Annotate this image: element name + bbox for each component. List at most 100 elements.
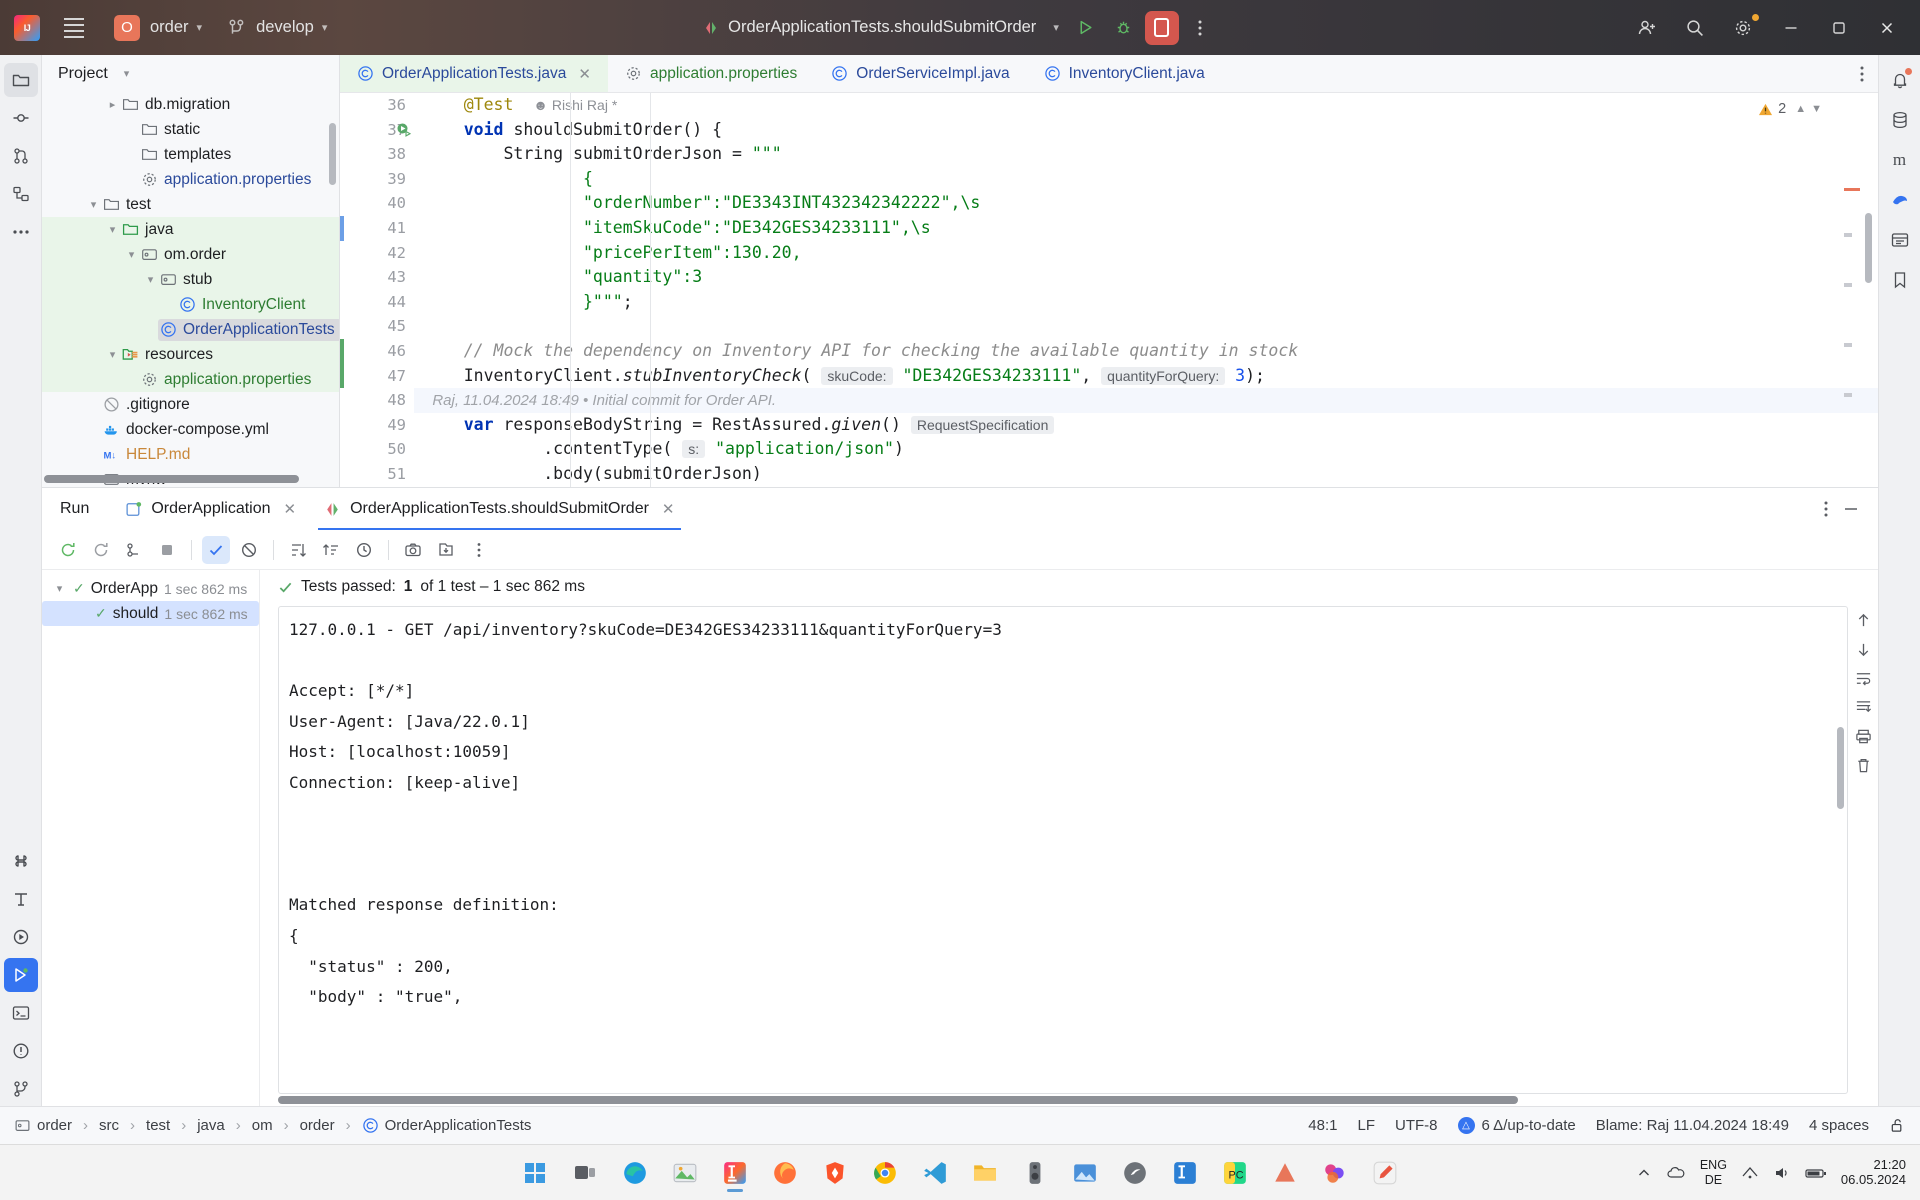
code-line[interactable]: InventoryClient.stubInventoryCheck( skuC… [414, 364, 1878, 389]
print-button[interactable] [1855, 728, 1872, 745]
code-line[interactable]: { [414, 167, 1878, 192]
project-tree-row[interactable]: ▾ resources [42, 342, 339, 368]
console-vertical-scrollbar[interactable] [1837, 727, 1844, 809]
taskbar-vscode[interactable] [915, 1153, 955, 1193]
soft-wrap-button[interactable] [1855, 670, 1872, 687]
tool-window-maven[interactable]: m [1883, 143, 1917, 177]
taskbar-file-explorer[interactable] [965, 1153, 1005, 1193]
code-line[interactable]: "orderNumber":"DE3343INT432342342222",\s [414, 191, 1878, 216]
tree-item[interactable]: test [101, 194, 157, 216]
hide-tool-window-button[interactable] [1842, 500, 1860, 518]
taskbar-explorer-photos[interactable] [665, 1153, 705, 1193]
tool-window-bookmarks[interactable] [1883, 263, 1917, 297]
close-button[interactable] [1864, 5, 1910, 51]
code-line[interactable]: "quantity":3 [414, 265, 1878, 290]
tree-item[interactable]: .gitignore [101, 394, 196, 416]
gutter-line[interactable]: 47 [340, 363, 406, 389]
project-tree-row[interactable]: templates [42, 142, 339, 167]
taskbar-intellij[interactable] [715, 1153, 755, 1193]
console-output[interactable]: 127.0.0.1 - GET /api/inventory?skuCode=D… [278, 606, 1848, 1094]
run-tab[interactable]: OrderApplication ✕ [111, 488, 310, 530]
gutter-line[interactable]: 48 [340, 388, 406, 413]
tree-item[interactable]: resources [120, 344, 219, 366]
tool-window-project[interactable] [3, 63, 38, 97]
run-tool-window-options-button[interactable] [1824, 500, 1828, 518]
test-tree-row[interactable]: ✓ should 1 sec 862 ms [42, 601, 259, 626]
code-line[interactable]: @Test ☻ Rishi Raj * [414, 93, 1878, 118]
gutter-line[interactable]: 39 [340, 167, 406, 192]
test-tree-row[interactable]: ▾ ✓ OrderApp 1 sec 862 ms [42, 576, 259, 601]
project-tree-row[interactable]: .gitignore [42, 392, 339, 417]
main-menu-button[interactable] [52, 6, 96, 50]
code-line[interactable]: .body(submitOrderJson) [414, 462, 1878, 487]
breadcrumb-item[interactable]: om [252, 1117, 273, 1134]
toggle-auto-test-button[interactable] [120, 536, 148, 564]
vcs-change-marker[interactable] [340, 363, 344, 389]
taskbar-start-button[interactable] [515, 1153, 555, 1193]
code-editor[interactable]: 36 37 38 39 40 41 42 43 44 45 46 47 48 49 50 51 @Test … [340, 93, 1878, 487]
project-tree-row[interactable]: ▾ stub [42, 267, 339, 293]
taskbar-postman[interactable] [1115, 1153, 1155, 1193]
notifications-button[interactable] [1883, 63, 1917, 97]
run-tabs[interactable]: OrderApplication ✕ OrderApplicationTests.s… [111, 488, 688, 530]
caret-position[interactable]: 48:1 [1308, 1117, 1337, 1134]
code-line[interactable]: "itemSkuCode":"DE342GES34233111",\s [414, 216, 1878, 241]
rerun-button[interactable] [54, 536, 82, 564]
scroll-to-end-button[interactable] [1855, 699, 1872, 716]
taskbar-images[interactable] [1065, 1153, 1105, 1193]
project-tree-row[interactable]: ▾ java [42, 217, 339, 243]
editor-tab[interactable]: OrderApplicationTests.java ✕ [340, 55, 608, 92]
code-line[interactable] [414, 314, 1878, 339]
tool-window-terminal-shortcut[interactable] [4, 844, 38, 878]
console-horizontal-scrollbar[interactable] [278, 1096, 1518, 1104]
show-ignored-button[interactable] [235, 536, 263, 564]
test-results-tree[interactable]: ▾ ✓ OrderApp 1 sec 862 ms ✓ should 1 sec 862 m… [42, 570, 260, 1106]
project-tree-row[interactable]: ▾ test [42, 192, 339, 217]
taskbar-brave[interactable] [815, 1153, 855, 1193]
tree-item[interactable]: templates [139, 144, 237, 166]
editor-tabs-more-button[interactable] [1860, 55, 1878, 92]
taskbar-app-c[interactable] [1365, 1153, 1405, 1193]
tree-toggle-expanded-icon[interactable]: ▾ [143, 273, 158, 286]
tool-window-database[interactable] [1883, 103, 1917, 137]
tree-item[interactable]: M↓ HELP.md [101, 444, 196, 466]
project-tree-row[interactable]: InventoryClient [42, 292, 339, 318]
tool-window-terminal[interactable] [4, 996, 38, 1030]
gutter-line[interactable]: 38 [340, 142, 406, 167]
code-line[interactable]: .contentType( s: "application/json") [414, 437, 1878, 462]
tool-window-pull-requests[interactable] [4, 139, 38, 173]
maximize-button[interactable] [1816, 5, 1862, 51]
gutter-line[interactable]: 41 [340, 215, 406, 241]
vcs-change-marker[interactable] [340, 215, 344, 241]
tree-item[interactable]: application.properties [139, 169, 317, 191]
scroll-up-button[interactable] [1855, 612, 1872, 629]
gutter-line[interactable]: 51 [340, 462, 406, 487]
minimize-button[interactable] [1768, 5, 1814, 51]
editor-error-stripe-mark[interactable] [1844, 188, 1860, 191]
export-results-button[interactable] [399, 536, 427, 564]
breadcrumb-item[interactable]: order [300, 1117, 335, 1134]
taskbar-app-b[interactable] [1315, 1153, 1355, 1193]
taskbar-app-a[interactable] [1265, 1153, 1305, 1193]
sort-alphabetically-button[interactable] [284, 536, 312, 564]
editor-code[interactable]: @Test ☻ Rishi Raj * void shouldSubmitOrd… [414, 93, 1878, 487]
tool-window-problems[interactable] [4, 1034, 38, 1068]
tree-toggle-collapsed-icon[interactable]: ▸ [105, 98, 120, 111]
tree-item[interactable]: InventoryClient [177, 294, 311, 316]
taskbar-task-view[interactable] [565, 1153, 605, 1193]
toggle-duration-button[interactable] [350, 536, 378, 564]
branch-selector[interactable]: develop ▾ [228, 18, 327, 37]
tree-item[interactable]: static [139, 119, 206, 141]
open-results-button[interactable] [432, 536, 460, 564]
sort-by-duration-button[interactable] [317, 536, 345, 564]
tool-window-services[interactable] [4, 920, 38, 954]
gutter-line[interactable]: 37 [340, 118, 412, 143]
search-everywhere-button[interactable] [1672, 5, 1718, 51]
project-tree-row[interactable]: docker-compose.yml [42, 417, 339, 442]
breadcrumb-item[interactable]: test [146, 1117, 170, 1134]
taskbar-firefox[interactable] [765, 1153, 805, 1193]
inspection-status-widget[interactable]: 2 ▲ ▼ [1758, 101, 1822, 117]
code-line[interactable]: "pricePerItem":130.20, [414, 241, 1878, 266]
taskbar-pycharm[interactable]: PC [1215, 1153, 1255, 1193]
close-icon[interactable]: ✕ [578, 65, 591, 83]
